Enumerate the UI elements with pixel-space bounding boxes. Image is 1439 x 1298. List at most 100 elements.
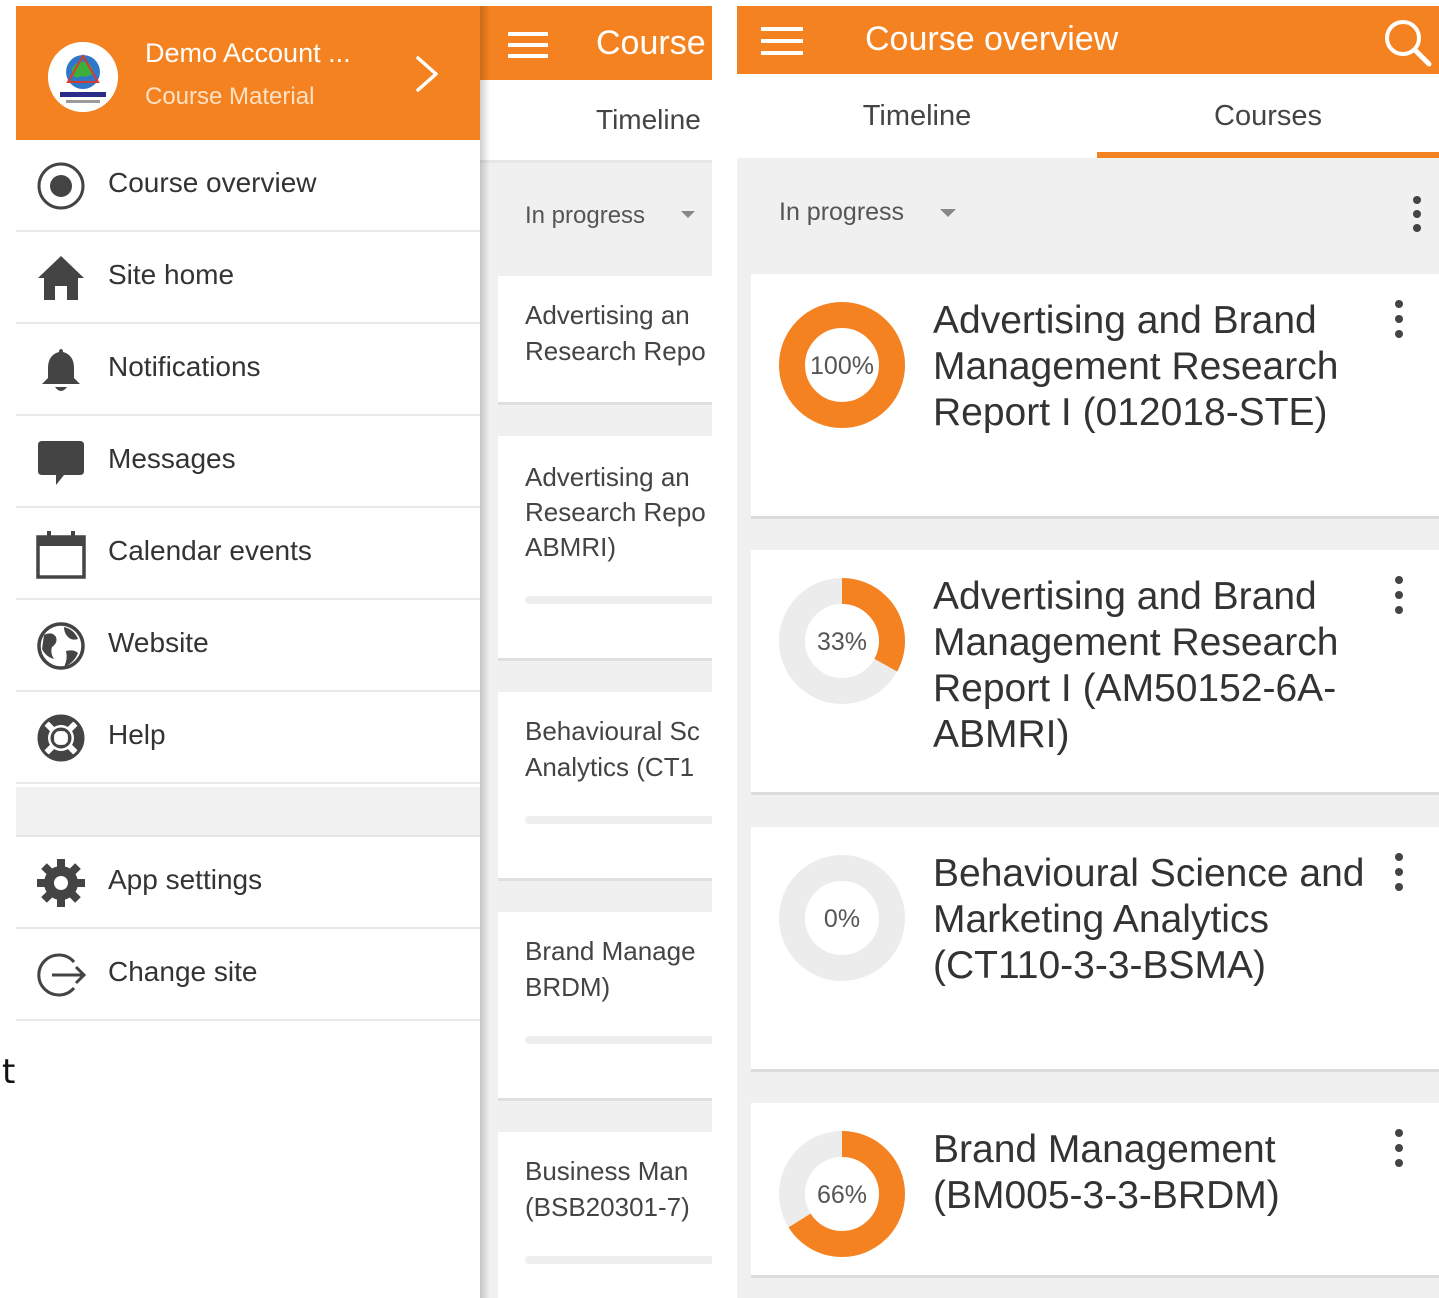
more-options-icon[interactable] (1387, 298, 1411, 342)
navigation-drawer: Demo Account ... Course Material Course … (16, 6, 480, 1298)
course-card-line: Analytics (CT1 (525, 752, 695, 782)
progress-label: 33% (817, 628, 867, 656)
course-name: Brand Management (BM005-3-3-BRDM) (933, 1128, 1280, 1217)
course-card-line: Advertising an (525, 462, 690, 492)
menu-item-label: Site home (108, 259, 235, 290)
lifebuoy-icon (37, 714, 85, 762)
course-card[interactable]: 0% Behavioural Science and Marketing Ana… (751, 827, 1439, 1072)
menu-item-label: Notifications (108, 351, 261, 382)
menu-item-app-settings[interactable]: App settings (16, 837, 480, 929)
course-card-line: (BSB20301-7) (525, 1192, 690, 1222)
drawer-shadow (480, 6, 490, 1298)
menu-item-label: Messages (108, 443, 236, 474)
course-card-line: ABMRI) (525, 532, 616, 562)
menu-item-website[interactable]: Website (16, 600, 480, 692)
site-name: Course Material (145, 83, 315, 110)
progress-ring: 33% (779, 578, 905, 704)
tab-bar: Timeline Courses (737, 74, 1439, 158)
tab-label: Courses (1214, 100, 1322, 132)
menu-item-course-overview[interactable]: Course overview (16, 140, 480, 232)
account-name: Demo Account ... (145, 38, 351, 68)
progress-bar (525, 816, 712, 824)
course-card-line: Advertising an (525, 300, 690, 330)
progress-ring: 100% (779, 302, 905, 428)
filter-dropdown[interactable]: In progress (525, 202, 645, 230)
course-name: Advertising and Brand Management Researc… (933, 575, 1339, 756)
progress-label: 100% (810, 352, 874, 380)
background-app-tabs: Timeline (480, 80, 712, 163)
progress-bar (525, 1036, 712, 1044)
progress-label: 0% (824, 905, 860, 933)
stray-text: t (2, 1052, 16, 1092)
progress-label: 66% (817, 1181, 867, 1209)
course-card[interactable]: Brand Manage BRDM) (498, 912, 712, 1101)
tab-timeline[interactable]: Timeline (737, 74, 1097, 158)
more-options-icon[interactable] (1405, 194, 1429, 234)
menu-item-calendar-events[interactable]: Calendar events (16, 508, 480, 600)
menu-item-help[interactable]: Help (16, 692, 480, 784)
menu-divider (16, 787, 480, 837)
course-card[interactable]: Advertising an Research Repo (498, 276, 712, 405)
background-app-header: Course (480, 6, 712, 80)
site-logo (48, 42, 118, 112)
progress-ring: 66% (779, 1131, 905, 1257)
chevron-right-icon[interactable] (412, 54, 442, 94)
course-card[interactable]: 66% Brand Management (BM005-3-3-BRDM) (751, 1103, 1439, 1278)
course-card[interactable]: Advertising an Research Repo ABMRI) (498, 436, 712, 661)
tab-label: Timeline (862, 100, 972, 132)
menu-item-notifications[interactable]: Notifications (16, 324, 480, 416)
menu-item-label: Website (108, 627, 209, 658)
more-options-icon[interactable] (1387, 851, 1411, 895)
drawer-account-header[interactable]: Demo Account ... Course Material (16, 6, 480, 140)
menu-item-label: Change site (108, 956, 258, 987)
course-name: Advertising and Brand Management Researc… (933, 299, 1339, 434)
course-card-line: Behavioural Sc (525, 716, 700, 746)
logout-icon (37, 953, 87, 997)
course-card-line: Brand Manage (525, 936, 696, 966)
drawer-screenshot: Course Timeline In progress Advertising … (16, 6, 712, 1298)
caret-down-icon (681, 211, 695, 218)
menu-icon[interactable] (761, 25, 803, 57)
course-overview-screenshot: Course overview Timeline Courses In prog… (737, 6, 1439, 1298)
progress-ring: 0% (779, 855, 905, 981)
app-header: Course overview (737, 6, 1439, 74)
course-name: Behavioural Science and Marketing Analyt… (933, 852, 1365, 987)
background-app-title: Course (596, 24, 706, 62)
search-icon[interactable] (1381, 16, 1433, 68)
chat-bubble-icon (38, 441, 84, 485)
globe-icon (37, 622, 85, 670)
course-card-line: Research Repo (525, 497, 706, 527)
gear-icon (37, 859, 85, 907)
course-card-line: Business Man (525, 1156, 689, 1186)
background-app: Course Timeline In progress Advertising … (480, 6, 712, 1298)
home-icon (38, 256, 84, 300)
globe-logo-icon (48, 42, 118, 112)
course-overview-icon (37, 162, 85, 210)
menu-item-messages[interactable]: Messages (16, 416, 480, 508)
tab-timeline[interactable]: Timeline (596, 104, 701, 136)
course-card[interactable]: 100% Advertising and Brand Management Re… (751, 274, 1439, 519)
bell-icon (42, 349, 80, 391)
course-card-line: Research Repo (525, 336, 706, 366)
course-card[interactable]: 33% Advertising and Brand Management Res… (751, 550, 1439, 795)
page-title: Course overview (865, 20, 1119, 58)
menu-item-label: Help (108, 719, 166, 750)
course-card-line: BRDM) (525, 972, 611, 1002)
progress-bar (525, 596, 712, 604)
caret-down-icon (940, 209, 956, 217)
filter-dropdown[interactable]: In progress (779, 198, 904, 227)
more-options-icon[interactable] (1387, 574, 1411, 618)
course-card[interactable]: Business Man (BSB20301-7) (498, 1132, 712, 1298)
progress-bar (525, 1256, 712, 1264)
menu-item-site-home[interactable]: Site home (16, 232, 480, 324)
more-options-icon[interactable] (1387, 1127, 1411, 1171)
active-tab-indicator (1097, 152, 1439, 158)
calendar-icon (36, 531, 86, 579)
menu-item-label: Course overview (108, 167, 317, 198)
tab-courses[interactable]: Courses (1097, 74, 1439, 158)
course-card[interactable]: Behavioural Sc Analytics (CT1 (498, 692, 712, 881)
menu-item-change-site[interactable]: Change site (16, 929, 480, 1021)
menu-item-label: App settings (108, 864, 263, 895)
menu-item-label: Calendar events (108, 535, 312, 566)
menu-icon[interactable] (508, 30, 548, 60)
